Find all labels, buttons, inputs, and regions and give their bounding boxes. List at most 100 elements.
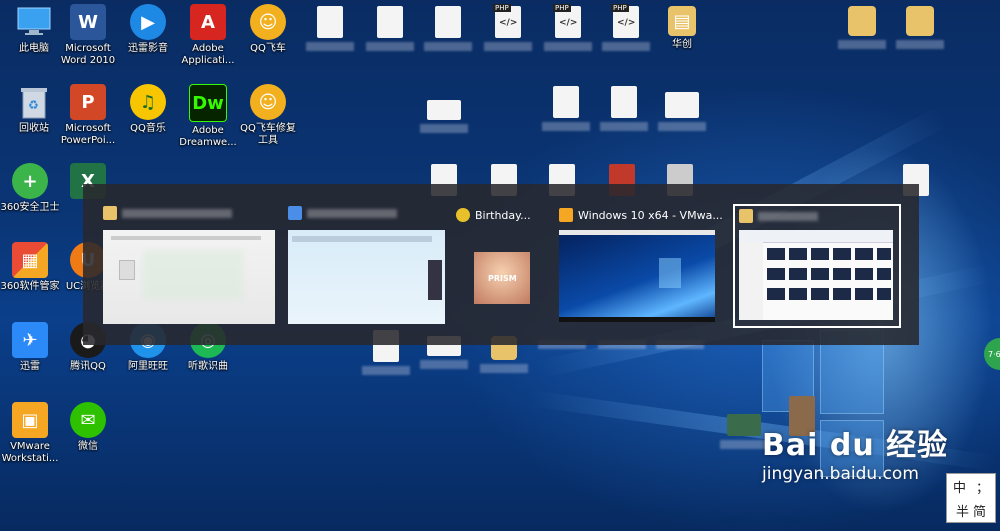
xunlei-video-icon: ▶ — [130, 4, 166, 40]
icon-label: 360软件管家 — [0, 281, 60, 292]
desktop-file-php[interactable] — [478, 4, 538, 51]
php-file-icon — [553, 4, 581, 38]
shield-360-icon: + — [12, 163, 48, 199]
desktop-file[interactable] — [536, 86, 596, 131]
desktop-icon-xunlei[interactable]: ✈ 迅雷 — [0, 322, 60, 373]
watermark-url: jingyan.baidu.com — [762, 464, 919, 484]
blurred-label — [896, 40, 944, 49]
php-file-icon — [611, 4, 639, 38]
watermark-logo: Bai du 经验 — [762, 428, 949, 463]
blurred-label — [600, 122, 648, 131]
folder-icon — [906, 6, 934, 36]
desktop-icon-wechat[interactable]: ✉ 微信 — [58, 402, 118, 453]
blurred-label — [658, 122, 706, 131]
icon-label: 微信 — [78, 441, 98, 452]
ime-punctuation-mode[interactable]: ； — [976, 477, 989, 496]
desktop-folder[interactable] — [832, 6, 892, 49]
album-art-thumbnail: PRISM — [474, 252, 530, 304]
desktop-file-php[interactable] — [538, 4, 598, 51]
blurred-label — [542, 122, 590, 131]
window-title: Birthday... — [456, 208, 531, 222]
window-title — [103, 206, 232, 220]
desktop-file[interactable] — [418, 6, 478, 51]
word-doc-icon — [611, 86, 637, 118]
desktop-icon-360-software[interactable]: ▦ 360软件管家 — [0, 242, 60, 293]
icon-label: Microsoft Word 2010 — [60, 43, 116, 66]
icon-label: 迅雷影音 — [128, 43, 168, 54]
soft360-icon: ▦ — [12, 242, 48, 278]
media-player-icon — [456, 208, 470, 222]
folder-icon — [103, 206, 117, 220]
icon-label: 听歌识曲 — [188, 361, 228, 372]
document-icon — [317, 6, 343, 38]
desktop-file-php[interactable] — [596, 4, 656, 51]
blurred-label — [544, 42, 592, 51]
desktop-icon-dreamweaver[interactable]: Dw Adobe Dreamwe... — [178, 84, 238, 149]
blurred-label — [424, 42, 472, 51]
desktop-icon-qq-car-repair[interactable]: ☺ QQ飞车修复 工具 — [238, 84, 298, 147]
monitor-icon — [16, 4, 52, 40]
desktop-icon-recycle-bin[interactable]: ♻ 回收站 — [4, 84, 64, 135]
desktop[interactable]: 此电脑 ♻ 回收站 + 360安全卫士 ▦ 360软件管家 ✈ 迅雷 ▣ VMw… — [0, 0, 1000, 531]
blurred-label — [362, 366, 410, 375]
desktop-icon-this-pc[interactable]: 此电脑 — [4, 4, 64, 55]
icon-label: Adobe Applicati... — [181, 43, 235, 66]
powerpoint-icon: P — [70, 84, 106, 120]
icon-label: 360安全卫士 — [0, 202, 60, 213]
ime-row-bottom: 半 简 — [956, 501, 986, 520]
icon-label: 腾讯QQ — [70, 361, 106, 372]
ime-chinese-mode[interactable]: 中 — [953, 477, 966, 496]
ime-halfwidth-mode[interactable]: 半 — [956, 501, 969, 520]
desktop-file[interactable] — [414, 100, 474, 133]
window-title — [739, 209, 818, 223]
desktop-icon-word[interactable]: W Microsoft Word 2010 — [58, 4, 118, 67]
window-thumbnail — [559, 230, 715, 322]
qq-car-repair-icon: ☺ — [250, 84, 286, 120]
qq-car-icon: ☺ — [250, 4, 286, 40]
document-icon — [377, 6, 403, 38]
album-art-text: PRISM — [488, 274, 517, 283]
ime-simplified-mode[interactable]: 简 — [973, 501, 986, 520]
desktop-icon-adobe-app[interactable]: A Adobe Applicati... — [178, 4, 238, 67]
file-explorer-icon — [739, 209, 753, 223]
desktop-file[interactable] — [300, 6, 360, 51]
window-thumbnail — [739, 230, 893, 320]
baidu-jingyan-watermark: Bai du 经验 jingyan.baidu.com — [762, 420, 948, 484]
task-switcher-item-file-explorer-selected[interactable] — [733, 204, 901, 328]
desktop-folder[interactable] — [890, 6, 950, 49]
task-switcher-item-browser[interactable] — [288, 206, 448, 324]
blurred-label — [838, 40, 886, 49]
blurred-label — [484, 42, 532, 51]
desktop-icon-vmware[interactable]: ▣ VMware Workstati... — [0, 402, 60, 465]
document-icon — [553, 86, 579, 118]
desktop-file-word[interactable] — [594, 86, 654, 131]
folder-icon — [848, 6, 876, 36]
icon-label: 此电脑 — [19, 43, 49, 54]
browser-icon — [288, 206, 302, 220]
icon-label: VMware Workstati... — [1, 441, 59, 464]
wechat-icon: ✉ — [70, 402, 106, 438]
task-switcher-item-media-player[interactable]: Birthday... PRISM — [456, 206, 536, 324]
icon-label: 迅雷 — [20, 361, 40, 372]
window-thumbnail — [288, 230, 445, 324]
desktop-icon-360-safe[interactable]: + 360安全卫士 — [0, 163, 60, 214]
icon-label: 回收站 — [19, 123, 49, 134]
ime-status-bar[interactable]: 中 ； 半 简 — [946, 473, 996, 523]
icon-label: Adobe Dreamwe... — [179, 125, 237, 148]
desktop-icon-qq-car[interactable]: ☺ QQ飞车 — [238, 4, 298, 55]
icon-label: 华创 — [672, 39, 692, 50]
desktop-icon-qq-music[interactable]: ♫ QQ音乐 — [118, 84, 178, 135]
xunlei-icon: ✈ — [12, 322, 48, 358]
desktop-icon-powerpoint[interactable]: P Microsoft PowerPoi... — [58, 84, 118, 147]
desktop-file[interactable] — [360, 6, 420, 51]
desktop-icon-xunlei-video[interactable]: ▶ 迅雷影音 — [118, 4, 178, 55]
task-switcher-item-explorer[interactable] — [103, 206, 275, 324]
desktop-file[interactable] — [652, 92, 712, 131]
qq-music-icon: ♫ — [130, 84, 166, 120]
icon-label: QQ飞车 — [250, 43, 286, 54]
task-switcher-item-vmware[interactable]: Windows 10 x64 - VMwa... — [559, 206, 723, 324]
floating-speed-badge[interactable]: 7·6 — [984, 338, 1000, 370]
blurred-label — [720, 440, 768, 449]
icon-label: 阿里旺旺 — [128, 361, 168, 372]
desktop-folder-huachuang[interactable]: ▤ 华创 — [652, 6, 712, 51]
